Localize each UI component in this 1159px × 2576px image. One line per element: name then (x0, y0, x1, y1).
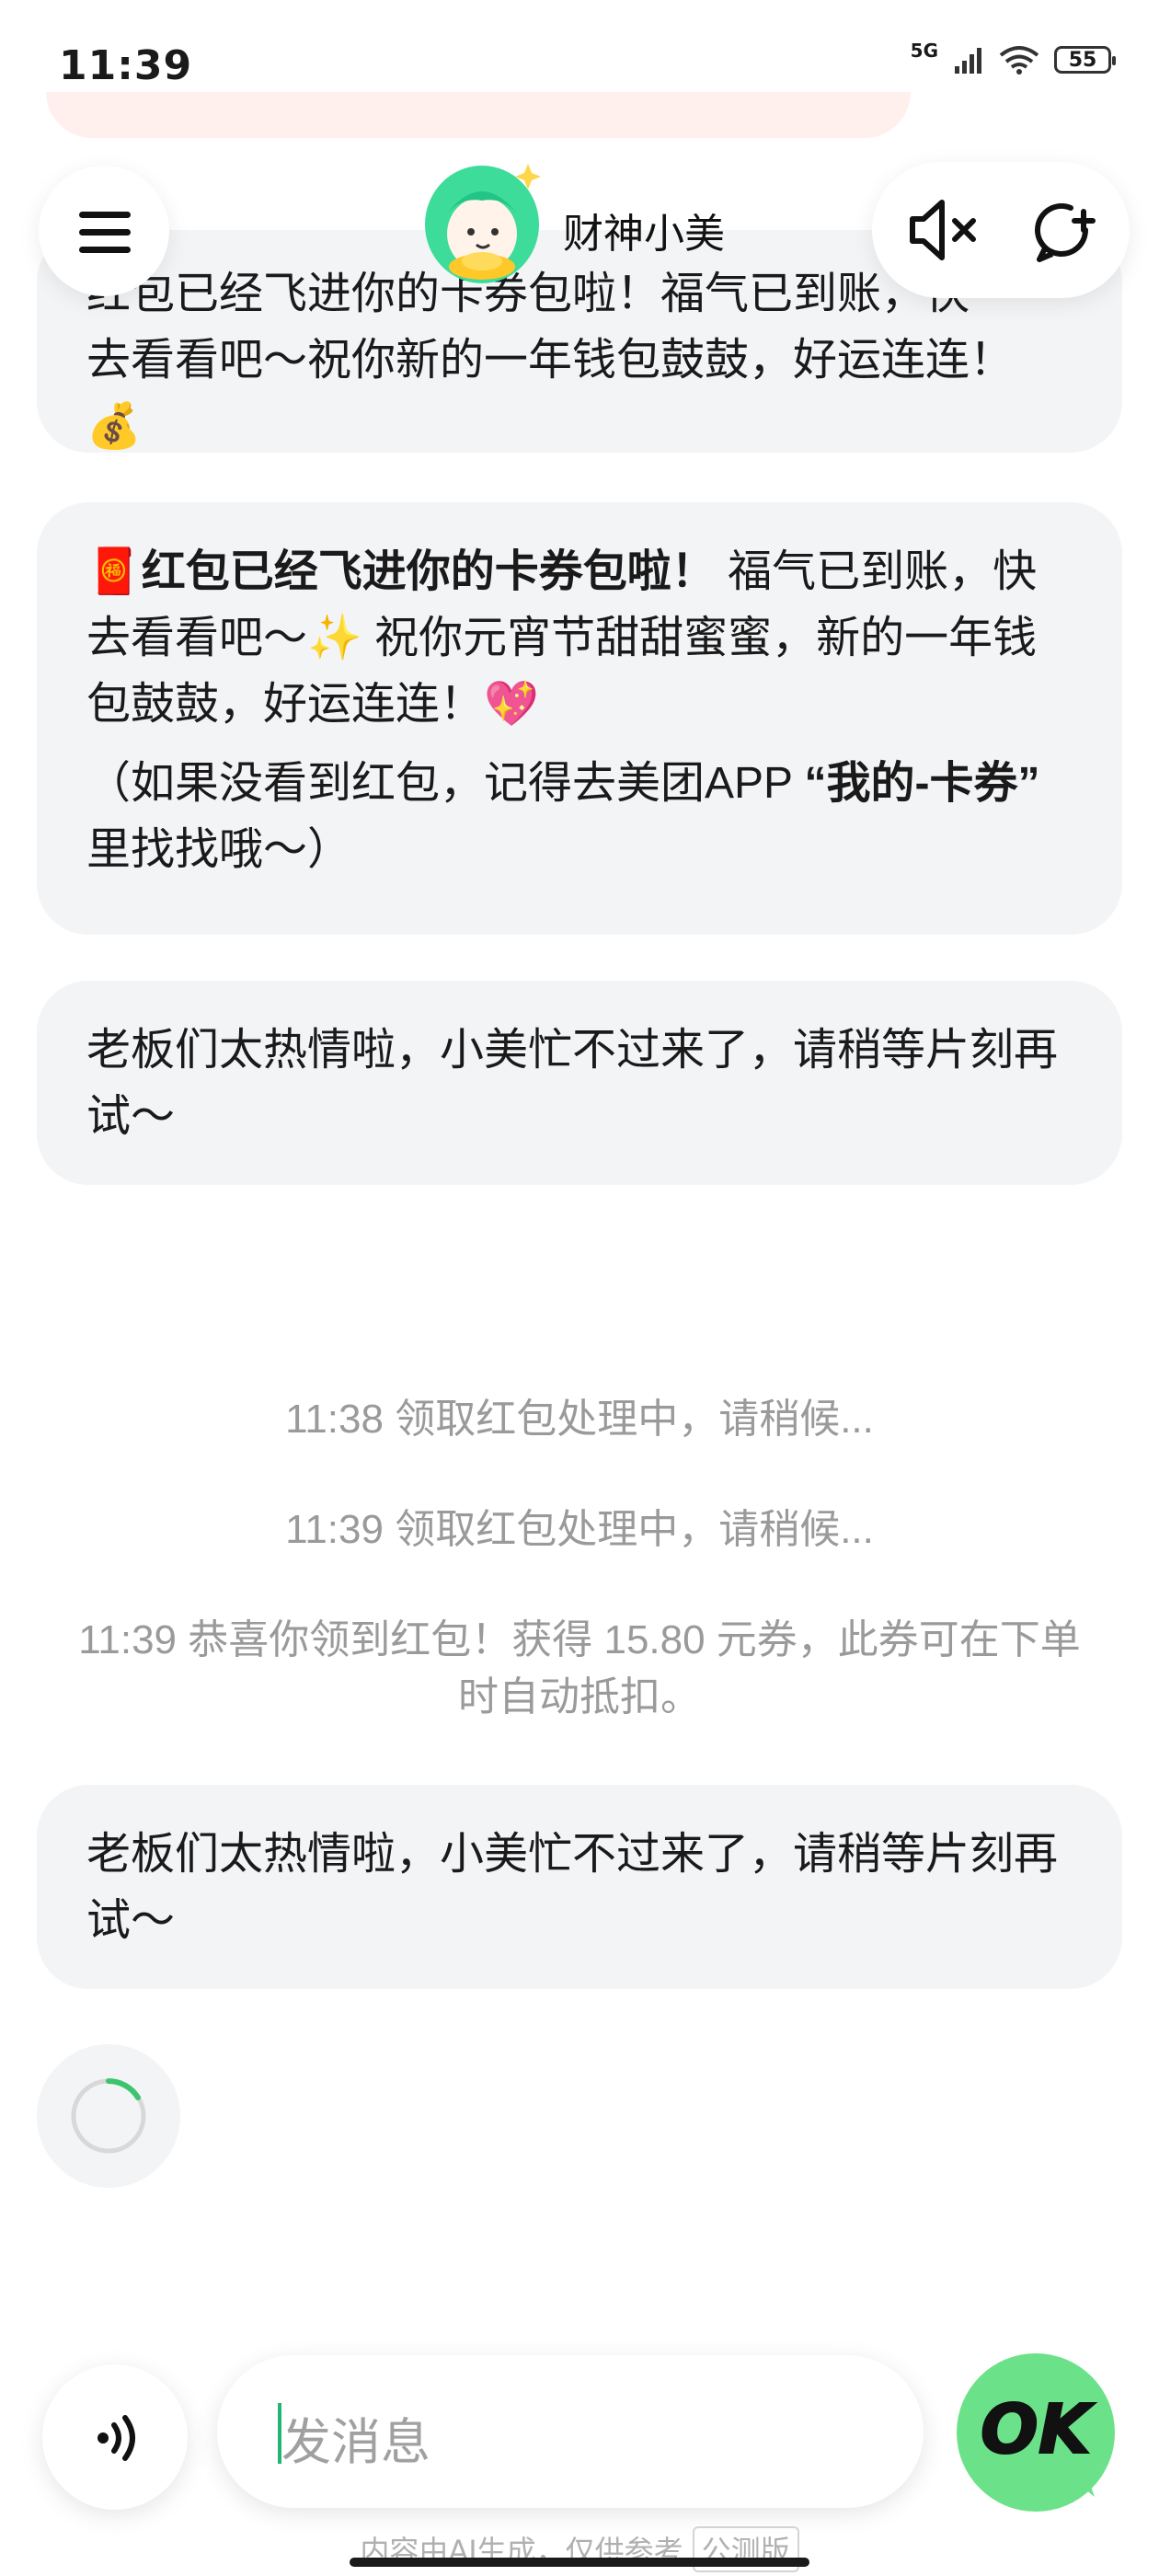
mute-button[interactable] (907, 197, 981, 263)
header-actions (872, 162, 1130, 298)
previous-card-edge (46, 92, 911, 138)
hint-suffix: 里找找哦～） (86, 825, 352, 874)
red-packet-icon: 🧧 (86, 547, 142, 596)
system-message: 11:39 恭喜你领到红包！获得 15.80 元券，此券可在下单时自动抵扣。 (78, 1617, 1081, 1719)
home-indicator[interactable] (350, 2558, 809, 2567)
page-title: 财神小美 (563, 211, 725, 258)
chat-header: 财神小美 (0, 156, 1159, 298)
message-bubble-red-packet: 🧧红包已经飞进你的卡券包啦！ 福气已到账，快去看看吧～✨ 祝你元宵节甜甜蜜蜜，新… (37, 502, 1122, 935)
menu-icon-line (79, 247, 131, 253)
message-hint: （如果没看到红包，记得去美团APP “我的-卡券” 里找找哦～） (86, 751, 1073, 883)
voice-input-button[interactable] (42, 2364, 188, 2510)
message-text: 🧧红包已经飞进你的卡券包啦！ 福气已到账，快去看看吧～✨ 祝你元宵节甜甜蜜蜜，新… (86, 539, 1073, 738)
status-icons: 5G 55 (911, 40, 1116, 75)
status-time: 11:39 (59, 42, 193, 89)
wifi-icon (999, 46, 1039, 75)
avatar[interactable] (419, 160, 548, 289)
send-button[interactable]: OK (957, 2353, 1115, 2512)
message-line: 去看看吧～祝你新的一年钱包鼓鼓，好运连连！ (86, 336, 1015, 385)
menu-icon-line (79, 229, 131, 236)
signal-icon (955, 48, 981, 74)
message-text: 去看看吧～祝你新的一年钱包鼓鼓，好运连连！ (86, 328, 1073, 394)
system-message: 11:38 领取红包处理中，请稍候... (285, 1397, 874, 1442)
menu-button[interactable] (39, 166, 169, 296)
menu-icon (79, 212, 131, 218)
new-chat-button[interactable] (1027, 193, 1100, 267)
message-text: 老板们太热情啦，小美忙不过来了，请稍等片刻再试～ (86, 1830, 1059, 1945)
battery-level: 55 (1068, 48, 1097, 72)
message-text: 老板们太热情啦，小美忙不过来了，请稍等片刻再试～ (86, 1026, 1059, 1141)
system-message: 11:39 领取红包处理中，请稍候... (285, 1507, 874, 1552)
hint-bold: “我的-卡券” (804, 759, 1040, 808)
voice-icon (98, 2415, 135, 2461)
loading-indicator (37, 2044, 180, 2188)
message-input[interactable]: 发消息 (217, 2355, 924, 2508)
input-placeholder: 发消息 (281, 2415, 430, 2470)
message-bubble-busy: 老板们太热情啦，小美忙不过来了，请稍等片刻再试～ (37, 1785, 1122, 1989)
network-label: 5G (910, 40, 938, 62)
ok-icon: OK (980, 2389, 1096, 2497)
money-bag-icon: 💰 (86, 402, 142, 451)
sparkle-heart-icon: 💖 (484, 680, 539, 729)
ok-label: OK (981, 2390, 1096, 2469)
battery-icon: 55 (1054, 46, 1116, 74)
message-bubble-busy: 老板们太热情啦，小美忙不过来了，请稍等片刻再试～ (37, 981, 1122, 1185)
message-bold: 红包已经飞进你的卡券包啦！ (141, 547, 716, 596)
spinner-icon (71, 2078, 146, 2154)
hint-prefix: （如果没看到红包，记得去美团APP (86, 759, 805, 808)
